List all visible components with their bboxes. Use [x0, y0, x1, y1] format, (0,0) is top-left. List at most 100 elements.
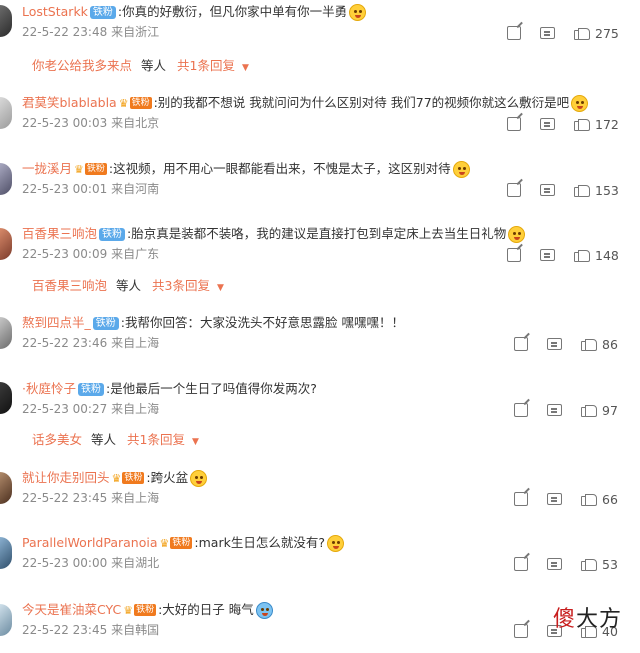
avatar[interactable] [0, 382, 12, 414]
comment-actions: 148 [507, 246, 619, 264]
reply-username[interactable]: 话多美女 [32, 432, 82, 447]
comment-actions: 172 [507, 115, 619, 133]
badge-label: 铁粉 [134, 604, 157, 616]
comment-line: 一拢溪月 ♛ 铁粉 :这视频，用不用心一眼都能看出来，不愧是太子，这区别对待 [22, 159, 470, 179]
share-icon[interactable] [507, 183, 521, 197]
share-icon[interactable] [514, 624, 528, 638]
avatar[interactable] [0, 604, 12, 636]
comment-actions: 153 [507, 181, 619, 199]
watermark-part2: 大方 [575, 607, 622, 632]
crown-badge: ♛ 铁粉 [74, 163, 107, 176]
share-icon[interactable] [514, 403, 528, 417]
comment-date: 22-5-22 23:46 [22, 336, 108, 350]
share-icon[interactable] [507, 248, 521, 262]
share-icon[interactable] [507, 117, 521, 131]
avatar[interactable] [0, 228, 12, 260]
chevron-down-icon[interactable]: ▼ [217, 283, 224, 293]
share-icon[interactable] [514, 557, 528, 571]
comment-icon[interactable] [547, 493, 562, 505]
like-icon[interactable] [581, 557, 597, 571]
comment-actions: 97 [514, 401, 618, 419]
like-icon[interactable] [574, 117, 590, 131]
fan-badge: 铁粉 [77, 382, 104, 396]
reply-username[interactable]: 你老公给我多来点 [32, 58, 132, 73]
username[interactable]: LostStarkk [22, 2, 88, 22]
like-icon[interactable] [581, 492, 597, 506]
comment-date: 22-5-23 00:00 [22, 556, 108, 570]
avatar[interactable] [0, 5, 12, 37]
comment-text: :是他最后一个生日了吗值得你发两次? [105, 381, 317, 396]
avatar[interactable] [0, 163, 12, 195]
like-count: 153 [595, 182, 619, 198]
comment-icon[interactable] [547, 338, 562, 350]
fan-badge: 铁粉 [92, 316, 119, 330]
like-icon[interactable] [581, 337, 597, 351]
username[interactable]: 君莫笑blablabla [22, 93, 117, 113]
comment-meta: 22-5-22 23:46 来自上海 [22, 335, 159, 351]
comment-icon[interactable] [540, 118, 555, 130]
like-icon[interactable] [574, 183, 590, 197]
comment-item: 君莫笑blablabla ♛ 铁粉 :别的我都不想说 我就问问为什么区别对待 我们… [0, 93, 640, 137]
cry-emoji [452, 160, 470, 178]
view-replies-link[interactable]: 共1条回复 [177, 58, 235, 73]
view-replies-link[interactable]: 共1条回复 [127, 432, 185, 447]
like-icon[interactable] [581, 403, 597, 417]
avatar[interactable] [0, 97, 12, 129]
fan-badge: 铁粉 [89, 5, 116, 19]
comment-line: ·秋庭怜子 铁粉 :是他最后一个生日了吗值得你发两次? [22, 379, 317, 399]
avatar[interactable] [0, 317, 12, 349]
crown-icon: ♛ [74, 162, 84, 176]
share-icon[interactable] [514, 492, 528, 506]
username[interactable]: 熬到四点半_ [22, 313, 91, 333]
comment-icon[interactable] [540, 184, 555, 196]
comment-meta: 22-5-23 00:09 来自广东 [22, 246, 159, 262]
avatar[interactable] [0, 472, 12, 504]
like-icon[interactable] [574, 26, 590, 40]
comment-meta: 22-5-22 23:45 来自韩国 [22, 622, 159, 638]
reply-summary[interactable]: 话多美女 等人 共1条回复 ▼ [32, 431, 199, 451]
watermark: 傻大方 [553, 601, 622, 633]
like-count: 86 [602, 336, 618, 352]
comment-icon[interactable] [547, 558, 562, 570]
comment-location: 来自韩国 [111, 623, 160, 637]
comment-date: 22-5-22 23:48 [22, 25, 108, 39]
reply-summary[interactable]: 百香果三响泡 等人 共3条回复 ▼ [32, 277, 224, 297]
comment-item: 一拢溪月 ♛ 铁粉 :这视频，用不用心一眼都能看出来，不愧是太子，这区别对待 22… [0, 159, 640, 203]
comment-text: :我帮你回答：大家没洗头不好意思露脸 嘿嘿嘿！！ [120, 315, 404, 330]
comment-icon[interactable] [540, 27, 555, 39]
comment-item: 百香果三响泡 铁粉 :胎京真是装都不装咯，我的建议是直接打包到卓定床上去当生日礼… [0, 224, 640, 268]
comment-icon[interactable] [540, 249, 555, 261]
crown-badge: ♛ 铁粉 [112, 472, 145, 485]
tongue-emoji [190, 469, 208, 487]
username[interactable]: 百香果三响泡 [22, 224, 97, 244]
username[interactable]: ParallelWorldParanoia [22, 533, 158, 553]
share-icon[interactable] [514, 337, 528, 351]
comment-date: 22-5-23 00:01 [22, 182, 108, 196]
share-icon[interactable] [507, 26, 521, 40]
view-replies-link[interactable]: 共3条回复 [152, 278, 210, 293]
like-icon[interactable] [574, 248, 590, 262]
reply-username[interactable]: 百香果三响泡 [32, 278, 107, 293]
like-count: 53 [602, 556, 618, 572]
comment-line: 熬到四点半_ 铁粉 :我帮你回答：大家没洗头不好意思露脸 嘿嘿嘿！！ [22, 313, 404, 333]
chevron-down-icon[interactable]: ▼ [242, 63, 249, 73]
badge-label: 铁粉 [170, 537, 193, 549]
crown-icon: ♛ [118, 96, 129, 110]
username[interactable]: ·秋庭怜子 [22, 379, 76, 399]
comment-actions: 66 [514, 490, 618, 508]
comment-location: 来自广东 [111, 247, 160, 261]
like-count: 66 [602, 491, 618, 507]
badge-label: 铁粉 [122, 472, 145, 484]
reply-others: 等人 [116, 278, 142, 293]
username[interactable]: 今天是崔油菜CYC [22, 600, 121, 620]
comment-line: 今天是崔油菜CYC ♛ 铁粉 :大好的日子 晦气 [22, 600, 273, 620]
comment-icon[interactable] [547, 404, 562, 416]
chevron-down-icon[interactable]: ▼ [192, 437, 199, 447]
reply-others: 等人 [91, 432, 117, 447]
username[interactable]: 一拢溪月 [22, 159, 72, 179]
fan-badge: 铁粉 [99, 227, 126, 241]
reply-summary[interactable]: 你老公给我多来点 等人 共1条回复 ▼ [32, 57, 249, 77]
username[interactable]: 就让你走别回头 [22, 468, 110, 488]
avatar[interactable] [0, 537, 12, 569]
comment-date: 22-5-23 00:03 [22, 116, 108, 130]
